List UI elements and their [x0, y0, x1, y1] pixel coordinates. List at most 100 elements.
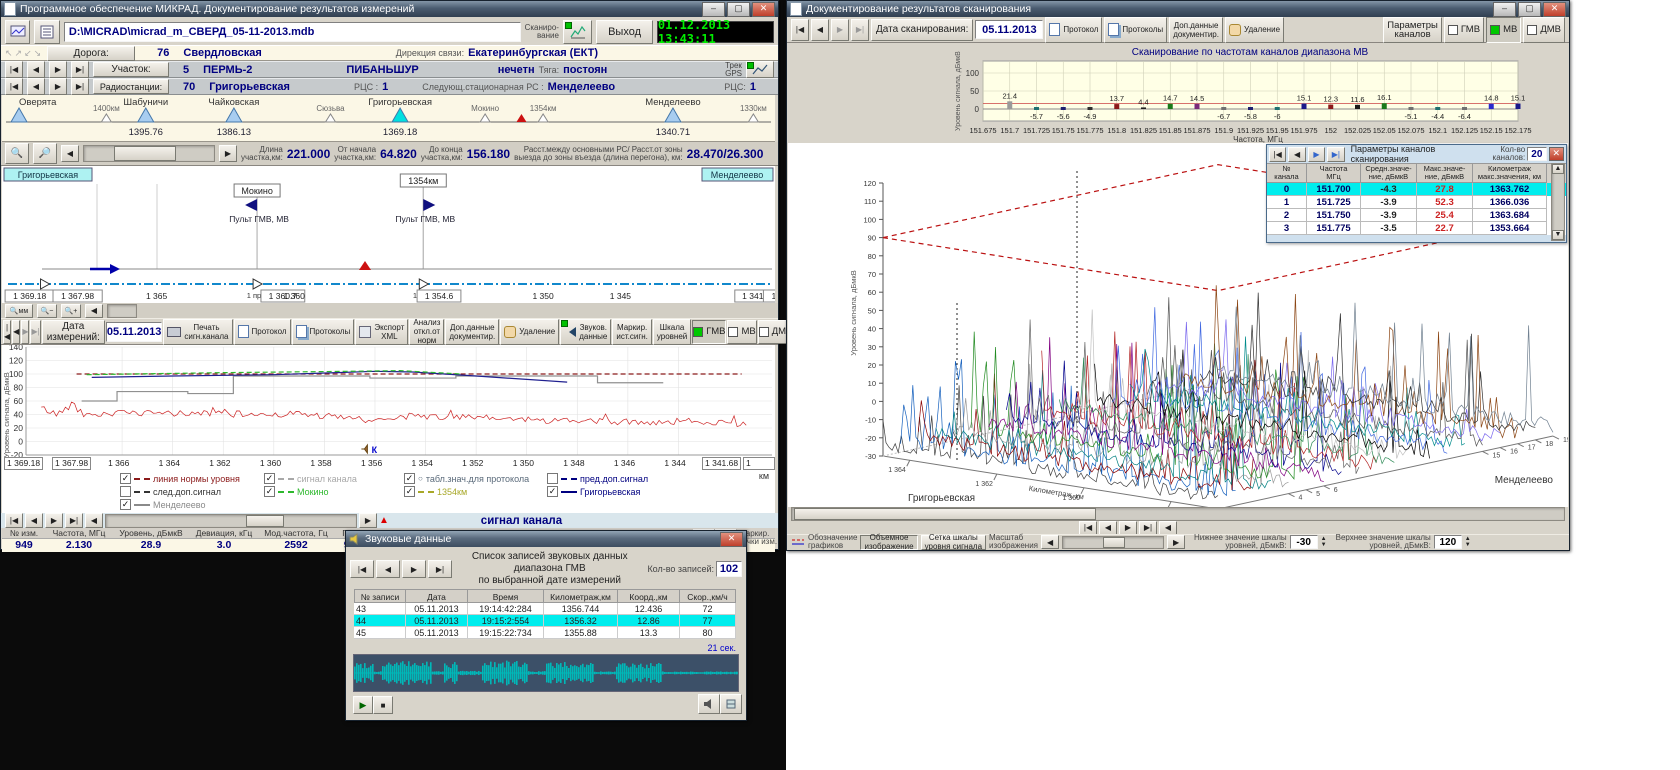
list-view-button[interactable]	[34, 20, 59, 44]
scan-date-nav-0[interactable]: |◀	[791, 19, 809, 41]
legend-item[interactable]: ✓Григорьевская	[547, 486, 640, 497]
params-row[interactable]: 1151.725-3.952.31366.036	[1267, 196, 1566, 209]
date-nav-1[interactable]: ◀	[12, 320, 20, 344]
legend-item[interactable]: ✓1354км	[404, 486, 467, 497]
legend-checkbox[interactable]: ✓	[547, 486, 558, 497]
scale-right-button[interactable]: ▶	[1167, 535, 1185, 549]
date-nav-3[interactable]: ▶|	[30, 320, 40, 344]
gps-track-button[interactable]	[746, 61, 774, 78]
exit-button[interactable]: Выход	[596, 20, 653, 44]
audio-settings-button[interactable]	[720, 694, 742, 714]
meas-scroll-right[interactable]: ▶	[359, 513, 377, 528]
scan-window-titlebar[interactable]: Документирование результатов сканировани…	[787, 1, 1569, 17]
channel-last-button[interactable]: ▶|	[1327, 147, 1344, 162]
band-toggle-МВ[interactable]: МВ	[727, 320, 756, 344]
meas-last-button[interactable]: ▶|	[65, 513, 83, 528]
scan-band-1[interactable]: ГМВ	[1444, 17, 1484, 43]
frequency-scan-chart[interactable]: Сканирование по частотам каналов диапазо…	[788, 43, 1568, 143]
legend-checkbox[interactable]: ✓	[404, 486, 415, 497]
legend-checkbox[interactable]: ✓	[120, 499, 131, 510]
minimize-button[interactable]: –	[702, 2, 725, 17]
radio-first-button[interactable]: |◀	[5, 78, 23, 95]
road-button[interactable]: Дорога:	[47, 46, 135, 61]
scale-min-spinner[interactable]: ▲▼	[1321, 536, 1327, 548]
section-overview-diagram[interactable]: Оверята1400кмШабуничи1395.76Чайковская13…	[2, 95, 775, 142]
chart-zoom-reset-button[interactable]: 🔍мм	[5, 304, 33, 318]
chart-scrollbar[interactable]	[107, 304, 137, 318]
toolbar-button-7[interactable]: Звуков. данные	[560, 319, 611, 345]
params-row[interactable]: 2151.750-3.925.41363.684	[1267, 209, 1566, 222]
volume-view-button[interactable]: Объемное изображение	[860, 535, 917, 550]
plot3d-hscrollbar[interactable]	[791, 507, 1565, 521]
scale-left-button[interactable]: ◀	[1041, 535, 1059, 549]
audio-volume-button[interactable]	[698, 694, 720, 714]
plot3d-prev-button[interactable]: ◀	[1099, 521, 1117, 535]
legend-item[interactable]: ✓линия нормы уровня	[120, 473, 240, 484]
scan-date-nav-1[interactable]: ◀	[811, 19, 829, 41]
meas-scroll-left[interactable]: ◀	[85, 513, 103, 528]
meas-next-button[interactable]: ▶	[45, 513, 63, 528]
date-nav-0[interactable]: |◀	[3, 320, 11, 344]
toolbar-button-1[interactable]: Протокол	[234, 319, 291, 345]
audio-next-button[interactable]: ▶	[402, 560, 426, 578]
channel-params-close[interactable]: ✕	[1549, 147, 1564, 161]
close-button[interactable]: ✕	[752, 2, 775, 17]
chart-zoom-in-button[interactable]: 🔍+	[61, 304, 81, 318]
audio-row[interactable]: 4305.11.201319:14:42:2841356.74412.43672	[354, 603, 736, 615]
toolbar-button-9[interactable]: Шкала уровней	[653, 319, 691, 345]
audio-waveform[interactable]	[353, 654, 739, 692]
legend-checkbox[interactable]	[120, 486, 131, 497]
scan-toolbar-button-1[interactable]: Протоколы	[1104, 17, 1167, 43]
scale-max-spinner[interactable]: ▲▼	[1465, 536, 1471, 548]
scan-band-2[interactable]: МВ	[1486, 17, 1521, 43]
chart-view-button[interactable]	[5, 20, 30, 44]
scan-date-nav-2[interactable]: ▶	[831, 19, 849, 41]
channel-params-table[interactable]: № каналаЧастота МГцСредн.значе- ние, дБм…	[1267, 163, 1566, 235]
params-row[interactable]: 0151.700-4.327.81363.762	[1267, 183, 1566, 196]
toolbar-button-3[interactable]: Экспорт XML	[355, 319, 408, 345]
channel-prev-button[interactable]: ◀	[1288, 147, 1305, 162]
legend-item[interactable]: ✓Менделеево	[120, 499, 205, 510]
legend-item[interactable]: пред.доп.сигнал	[547, 473, 648, 484]
scale-grid-button[interactable]: Сетка шкалы уровня сигнала	[921, 535, 986, 550]
zoom-out-button[interactable]: 🔍	[5, 143, 29, 164]
section-last-button[interactable]: ▶|	[71, 61, 89, 78]
legend-item[interactable]: ✓○табл.знач.для протокола	[404, 473, 529, 484]
audio-play-button[interactable]: ▶	[353, 696, 373, 714]
legend-item[interactable]: ✓сигнал канала	[264, 473, 357, 484]
chart-scroll-left-button[interactable]: ◀	[85, 304, 103, 318]
radio-prev-button[interactable]: ◀	[27, 78, 45, 95]
scan-minimize-button[interactable]: –	[1493, 2, 1516, 17]
audio-prev-button[interactable]: ◀	[376, 560, 400, 578]
audio-row[interactable]: 4405.11.201319:15:2:5541356.3212.8677	[354, 615, 736, 627]
toolbar-button-2[interactable]: Протоколы	[292, 319, 355, 345]
scan-toolbar-button-2[interactable]: Доп.данные документир.	[1169, 17, 1223, 43]
measurement-date-field[interactable]: 05.11.2013	[106, 322, 162, 342]
span-detail-diagram[interactable]: ГригорьевскаяМенделеевоМокиноПульт ГМВ, …	[2, 166, 775, 304]
section-first-button[interactable]: |◀	[5, 61, 23, 78]
scale-min-value[interactable]: -30	[1290, 535, 1318, 549]
scan-close-button[interactable]: ✕	[1543, 2, 1566, 17]
toolbar-button-5[interactable]: Доп.данные документир.	[445, 319, 499, 345]
radio-last-button[interactable]: ▶|	[71, 78, 89, 95]
radio-next-button[interactable]: ▶	[49, 78, 67, 95]
plot3d-first-button[interactable]: |◀	[1079, 521, 1097, 535]
legend-checkbox[interactable]: ✓	[404, 473, 415, 484]
scan-button[interactable]	[563, 20, 592, 44]
legend-item[interactable]: след.доп.сигнал	[120, 486, 221, 497]
toolbar-button-6[interactable]: Удаление	[500, 319, 559, 345]
scan-toolbar-button-3[interactable]: Удаление	[1225, 17, 1284, 43]
toolbar-button-4[interactable]: Анализ откл.от норм	[409, 319, 444, 345]
audio-first-button[interactable]: |◀	[350, 560, 374, 578]
graph-legend-label[interactable]: Обозначение графиков	[808, 534, 857, 550]
section-next-button[interactable]: ▶	[49, 61, 67, 78]
channel-first-button[interactable]: |◀	[1269, 147, 1286, 162]
scroll-left-button[interactable]: ◀	[61, 145, 79, 162]
band-toggle-ГМВ[interactable]: ГМВ	[692, 320, 726, 344]
meas-first-button[interactable]: |◀	[5, 513, 23, 528]
date-nav-2[interactable]: ▶	[21, 320, 29, 344]
scan-date-field[interactable]: 05.11.2013	[975, 20, 1043, 39]
legend-checkbox[interactable]	[547, 473, 558, 484]
maximize-button[interactable]: ▢	[727, 2, 750, 17]
radio-button[interactable]: Радиостанции:	[93, 79, 169, 94]
